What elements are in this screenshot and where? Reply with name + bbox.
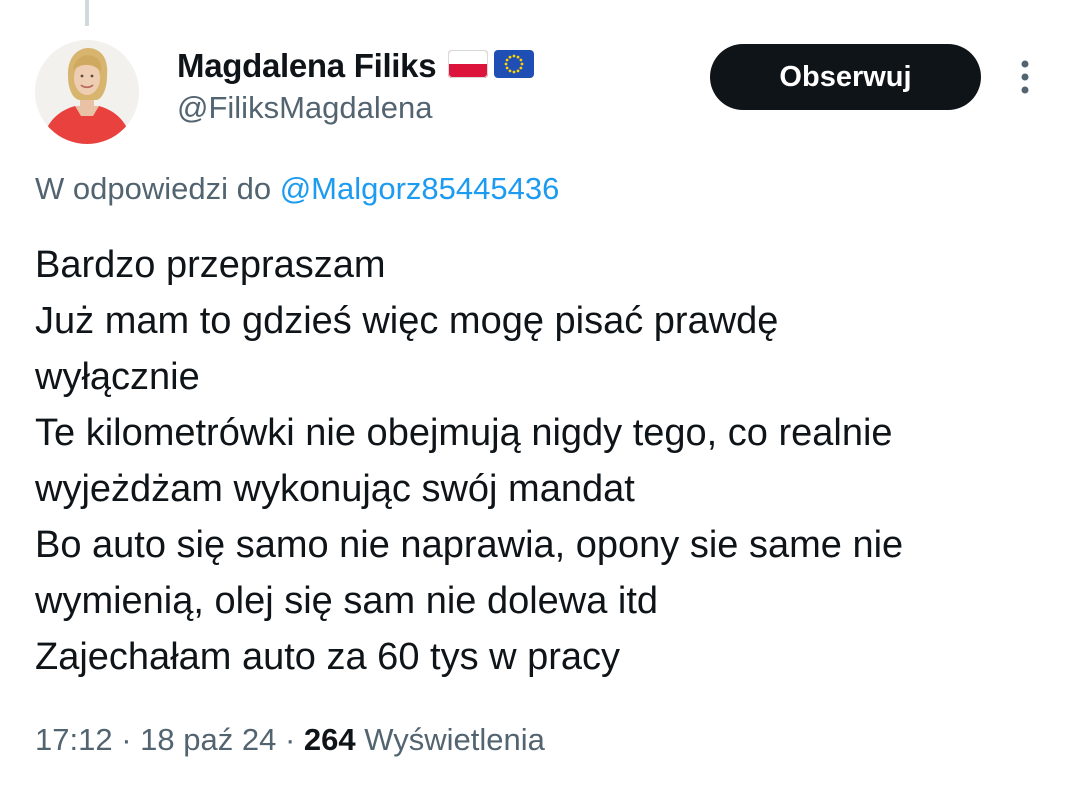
tweet-text-line: Zajechałam auto za 60 tys w pracy [35,636,621,678]
tweet-date[interactable]: 18 paź 24 [140,722,276,757]
more-vertical-icon[interactable] [1014,58,1036,98]
poland-flag-icon [448,49,489,83]
meta-separator: · [121,722,132,757]
author-display-name[interactable]: Magdalena Filiks [177,47,437,85]
follow-button[interactable]: Obserwuj [710,44,981,110]
reply-context: W odpowiedzi do @Malgorz85445436 [35,171,559,207]
tweet-text-line: wyłącznie [35,356,200,398]
tweet-text-line: wymienią, olej się sam nie dolewa itd [35,580,659,622]
avatar[interactable] [35,40,139,144]
tweet-text-line: Te kilometrówki nie obejmują nigdy tego,… [35,412,893,454]
tweet-text-line: Bardzo przepraszam [35,244,386,286]
tweet-text-line: Bo auto się samo nie naprawia, opony sie… [35,524,904,566]
tweet-time[interactable]: 17:12 [35,722,113,757]
meta-separator: · [284,722,296,757]
views-count: 264 [303,722,356,757]
views-label: Wyświetlenia [364,722,545,757]
reply-context-prefix: W odpowiedzi do [35,171,272,206]
tweet-text-line: Już mam to gdzieś więc mogę pisać prawdę [35,300,779,342]
reply-handle-link[interactable]: @Malgorz85445436 [280,171,560,206]
eu-flag-icon [494,49,535,83]
tweet-meta: 17:12 · 18 paź 24 · 264 Wyświetlenia [35,722,545,758]
tweet-text: Bardzo przepraszam Już mam to gdzieś wię… [35,237,1055,685]
tweet-text-line: wyjeżdżam wykonując swój mandat [35,468,635,510]
author-handle[interactable]: @FiliksMagdalena [177,90,432,126]
thread-connector-line [85,0,89,26]
avatar-image [35,40,139,144]
author-name-row[interactable]: Magdalena Filiks [177,44,535,88]
